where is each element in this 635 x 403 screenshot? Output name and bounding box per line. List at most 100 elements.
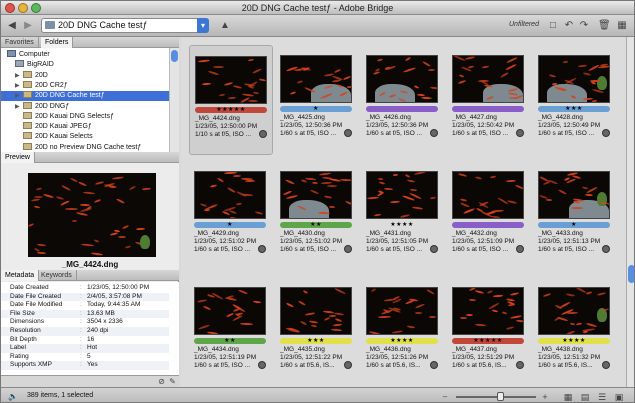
disclosure-triangle-icon[interactable]: ▶ [15, 72, 20, 79]
folder-tree-label: 20D Kauai JPEGƒ [35, 123, 92, 131]
thumbnail-card[interactable]: ★★★ _MG_4428.dng 1/23/05, 12:50:49 PM 1/60 … [533, 45, 617, 155]
folder-tree-label: 20D DNGƒ [35, 102, 70, 110]
thumbnail-image[interactable] [280, 55, 352, 103]
rating-label-bar[interactable]: ★★★★★ [195, 107, 267, 113]
thumbnail-image[interactable] [195, 56, 267, 104]
thumbnails-view-icon[interactable]: ▦ [561, 390, 575, 402]
thumbnail-image[interactable] [194, 287, 266, 335]
thumbnail-card[interactable]: _MG_4432.dng 1/23/05, 12:51:09 PM 1/60 s a… [447, 161, 531, 271]
thumbnail-image[interactable] [280, 171, 352, 219]
pencil-icon[interactable]: ✎ [168, 377, 177, 386]
rating-label-bar[interactable] [452, 106, 524, 112]
rating-label-bar[interactable]: ★★ [194, 338, 266, 344]
versions-view-icon[interactable]: ▣ [612, 390, 626, 402]
thumbnail-image[interactable] [366, 171, 438, 219]
minimize-window-icon[interactable] [18, 3, 28, 13]
tab-favorites[interactable]: Favorites [1, 37, 39, 48]
forward-arrow-icon[interactable]: ▶ [21, 19, 35, 33]
thumbnail-card[interactable]: ★★★★ _MG_4438.dng 1/23/05, 12:51:32 PM 1/60… [533, 277, 617, 387]
thumbnail-image[interactable] [452, 171, 524, 219]
scroll-thumb[interactable] [628, 265, 634, 283]
zoom-in-icon[interactable]: + [539, 390, 551, 402]
rating-label-bar[interactable] [452, 222, 524, 228]
thumbnail-image[interactable] [280, 287, 352, 335]
rotate-right-icon[interactable]: ↷ [578, 19, 590, 33]
thumbnail-card[interactable]: ★★★★★ _MG_4424.dng 1/23/05, 12:50:00 PM 1/1… [189, 45, 273, 155]
thumbnail-image[interactable] [538, 287, 610, 335]
folder-tree-item[interactable]: 20D CR2ƒ [23, 80, 68, 91]
thumbnail-card[interactable]: ★★★ _MG_4435.dng 1/23/05, 12:51:22 PM 1/60 … [275, 277, 359, 387]
rating-label-bar[interactable] [366, 106, 438, 112]
thumbnail-card[interactable]: ★★ _MG_4430.dng 1/23/05, 12:51:02 PM 1/60 s… [275, 161, 359, 271]
folder-scrollbar[interactable] [169, 48, 179, 152]
thumbnail-image[interactable] [538, 171, 610, 219]
new-folder-icon[interactable]: □ [547, 19, 559, 33]
details-view-icon[interactable]: ☰ [595, 390, 609, 402]
tab-preview[interactable]: Preview [1, 152, 35, 163]
rating-label-bar[interactable]: ★★★ [538, 106, 610, 112]
metadata-key: Rating [10, 352, 29, 360]
thumbnail-card[interactable]: ★★★★ _MG_4431.dng 1/23/05, 12:51:05 PM 1/60… [361, 161, 445, 271]
rating-label-bar[interactable]: ★ [538, 222, 610, 228]
folder-tree-item[interactable]: 20D [23, 70, 48, 81]
thumbnail-image[interactable] [366, 287, 438, 335]
folder-tree-item[interactable]: 20D DNGƒ [23, 101, 70, 112]
thumbnail-card[interactable]: _MG_4427.dng 1/23/05, 12:50:42 PM 1/60 s a… [447, 45, 531, 155]
chevron-down-icon[interactable]: ▾ [197, 18, 209, 33]
trash-icon[interactable]: 🗑 [598, 19, 611, 33]
thumbnail-image[interactable] [538, 55, 610, 103]
folder-tree-item[interactable]: 20D DNG Cache testƒ [1, 91, 171, 102]
folder-tree-item[interactable]: 20D Kauai Selects [23, 132, 93, 142]
rating-label-bar[interactable]: ★★★★ [538, 338, 610, 344]
rating-label-bar[interactable]: ★ [194, 222, 266, 228]
folder-tree-item[interactable]: 20D Kauai JPEGƒ [23, 122, 92, 132]
rating-label-bar[interactable]: ★★★★ [366, 222, 438, 228]
slider-handle[interactable] [497, 392, 504, 401]
fish-shape [59, 200, 70, 207]
go-up-folder-icon[interactable]: ▲ [219, 19, 231, 33]
close-window-icon[interactable] [5, 3, 15, 13]
fish-shape [458, 172, 468, 177]
speaker-icon[interactable]: 🔈 [7, 390, 19, 402]
folder-tree-item[interactable]: Computer [7, 50, 50, 60]
thumbnail-image[interactable] [366, 55, 438, 103]
disclosure-triangle-icon[interactable]: ▶ [15, 92, 20, 99]
thumbnail-image[interactable] [452, 55, 524, 103]
thumbnail-card[interactable]: ★★★★ _MG_4436.dng 1/23/05, 12:51:26 PM 1/60… [361, 277, 445, 387]
folder-tree-item[interactable]: BigRAID [15, 60, 54, 70]
rating-label-bar[interactable]: ★★★★★ [452, 338, 524, 344]
thumbnail-card[interactable]: ★★★★★ _MG_4437.dng 1/23/05, 12:51:29 PM 1/6… [447, 277, 531, 387]
thumbnail-card[interactable]: ★ _MG_4429.dng 1/23/05, 12:51:02 PM 1/60 s … [189, 161, 273, 271]
thumbnail-card[interactable]: _MG_4426.dng 1/23/05, 12:50:36 PM 1/60 s a… [361, 45, 445, 155]
zoom-out-icon[interactable]: – [439, 390, 451, 402]
disclosure-triangle-icon[interactable]: ▶ [15, 82, 20, 89]
folder-tree-item[interactable]: 20D Kauai DNG Selectsƒ [23, 111, 114, 122]
thumbnail-card[interactable]: ★ _MG_4425.dng 1/23/05, 12:50:36 PM 1/60 s … [275, 45, 359, 155]
filter-menu[interactable]: Unfiltered [509, 21, 539, 28]
fish-shape [506, 200, 518, 205]
rating-label-bar[interactable]: ★★★ [280, 338, 352, 344]
filmstrip-view-icon[interactable]: ▤ [578, 390, 592, 402]
zoom-window-icon[interactable] [31, 3, 41, 13]
folder-tree-item[interactable]: 20D no Preview DNG Cache testƒ [23, 142, 141, 152]
thumbnail-card[interactable]: ★★ _MG_4434.dng 1/23/05, 12:51:19 PM 1/60 s… [189, 277, 273, 387]
thumbnail-card[interactable]: ★ _MG_4433.dng 1/23/05, 12:51:13 PM 1/60 s … [533, 161, 617, 271]
compact-mode-icon[interactable]: ▦ [615, 19, 629, 33]
tab-metadata[interactable]: Metadata [1, 270, 40, 281]
rotate-left-icon[interactable]: ↶ [563, 19, 575, 33]
rating-label-bar[interactable]: ★ [280, 106, 352, 112]
scroll-thumb[interactable] [171, 50, 178, 62]
disclosure-triangle-icon[interactable]: ▶ [15, 103, 20, 110]
thumbnail-image[interactable] [194, 171, 266, 219]
thumbnail-image[interactable] [452, 287, 524, 335]
content-scrollbar[interactable] [626, 37, 634, 387]
tab-folders[interactable]: Folders [41, 37, 74, 48]
rating-label-bar[interactable]: ★★★★ [366, 338, 438, 344]
back-arrow-icon[interactable]: ◀ [5, 19, 19, 33]
tab-keywords[interactable]: Keywords [37, 270, 77, 281]
thumbnail-size-slider[interactable] [456, 396, 536, 398]
path-dropdown[interactable]: 20D DNG Cache testƒ [41, 18, 209, 33]
no-sign-icon[interactable]: ⊘ [157, 377, 166, 386]
rating-label-bar[interactable]: ★★ [280, 222, 352, 228]
fish-shape [124, 244, 131, 249]
